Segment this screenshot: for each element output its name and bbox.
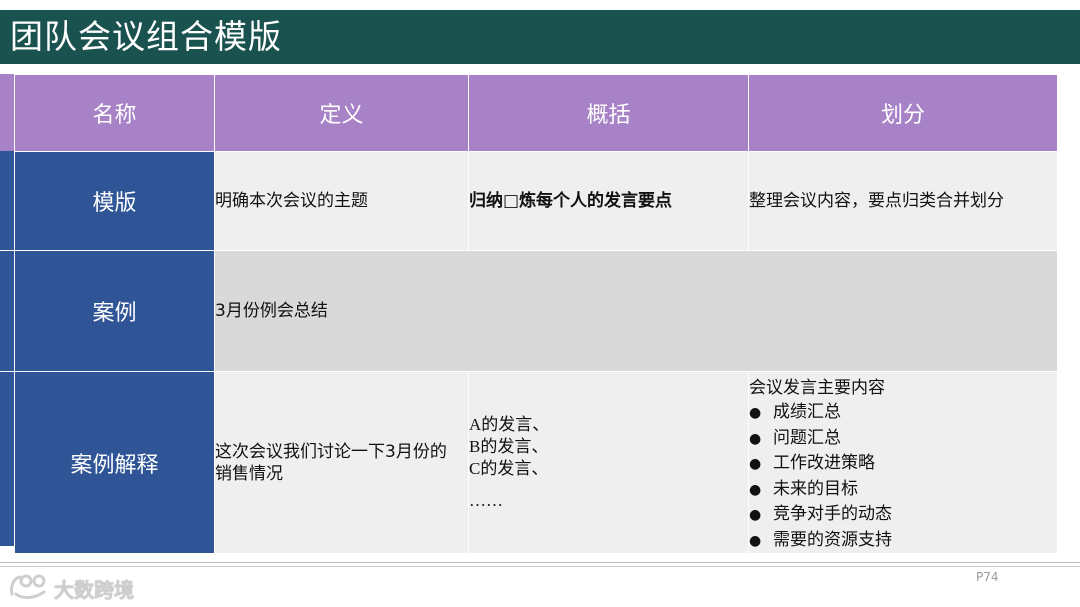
list-item: ● 需要的资源支持 [749,528,1057,554]
list-item: ● 未来的目标 [749,477,1057,503]
case-content: 3月份例会总结 [214,250,1058,372]
summary-line: C的发言、 [469,458,549,478]
case-explanation-summary: A的发言、 B的发言、 C的发言、 …… [468,371,749,554]
meeting-template-table: 名称 定义 概括 划分 模版 明确本次会议的主题 归纳□炼每个人的发言要点 整理… [0,74,1058,554]
summary-line: B的发言、 [469,436,549,456]
row-name-template: 模版 [14,151,215,251]
template-definition: 明确本次会议的主题 [214,151,469,251]
header-division: 划分 [748,74,1058,152]
case-explanation-definition: 这次会议我们讨论一下3月份的销售情况 [214,371,469,554]
left-edge-strip [0,74,14,546]
list-item: ● 成绩汇总 [749,400,1057,426]
division-title: 会议发言主要内容 [749,378,885,398]
footer-divider [0,562,1080,563]
list-item: ● 问题汇总 [749,426,1057,452]
template-summary: 归纳□炼每个人的发言要点 [468,151,749,251]
list-item: ● 竞争对手的动态 [749,502,1057,528]
case-explanation-division: 会议发言主要内容 ● 成绩汇总 ● 问题汇总 ● 工作改进策略 ● 未来的目标 ● 竞争对… [748,371,1058,554]
row-name-case-explanation: 案例解释 [14,371,215,554]
bullet-icon: ● [749,481,762,498]
row-name-case: 案例 [14,250,215,372]
page-title: 团队会议组合模版 [10,17,282,56]
title-bar: 团队会议组合模版 [0,10,1080,64]
bullet-icon: ● [749,430,762,447]
header-summary: 概括 [468,74,749,152]
bullet-icon: ● [749,507,762,523]
logo-icon [10,574,46,599]
header-name: 名称 [14,74,215,152]
summary-line: A的发言、 [469,414,550,434]
division-list: ● 成绩汇总 ● 问题汇总 ● 工作改进策略 ● 未来的目标 ● 竞争对手的动态 ● 需要的… [749,400,1057,553]
template-division: 整理会议内容，要点归类合并划分 [748,151,1058,251]
header-definition: 定义 [214,74,469,152]
footer-divider [0,566,1080,567]
logo-text: 大数跨境 [54,578,134,602]
bullet-icon: ● [749,456,762,472]
bullet-icon: ● [749,532,762,549]
summary-line: …… [469,490,503,510]
bullet-icon: ● [749,405,762,421]
list-item: ● 工作改进策略 [749,451,1057,477]
page-number: P74 [976,570,999,584]
